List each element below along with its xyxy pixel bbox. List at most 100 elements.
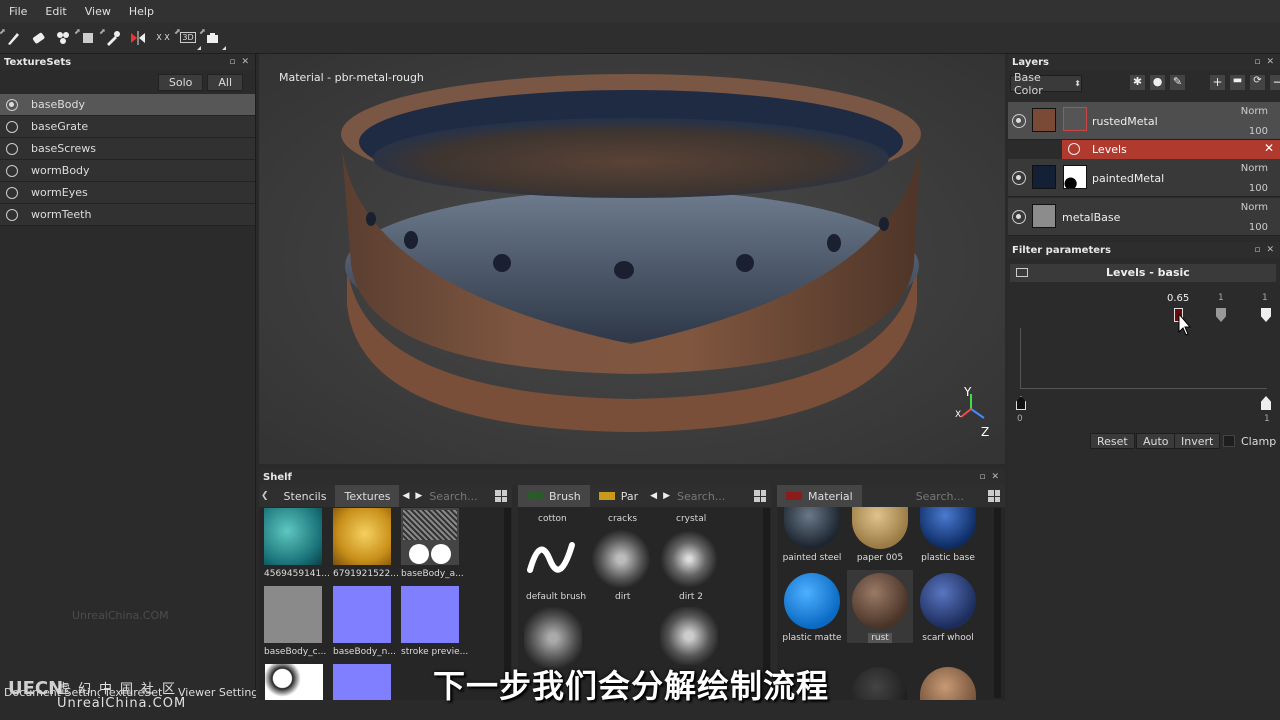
material-thumb[interactable]: paper 005: [847, 507, 913, 563]
tab-brush[interactable]: Brush: [518, 485, 590, 507]
color-picker-icon[interactable]: ⬈: [99, 27, 124, 49]
texture-thumb-partial[interactable]: [333, 664, 391, 700]
effect-row-levels[interactable]: Levels ✕: [1062, 140, 1280, 159]
material-search-input[interactable]: Search...: [912, 490, 964, 503]
texture-thumb[interactable]: baseBody_a...: [401, 508, 464, 579]
texture-thumb[interactable]: stroke previe...: [401, 586, 468, 657]
symmetry-icon[interactable]: [127, 27, 149, 49]
undock-icon[interactable]: ▫: [229, 57, 235, 67]
add-mask-icon[interactable]: ●: [1150, 75, 1165, 90]
channel-select[interactable]: Base Color ⬍: [1010, 71, 1082, 97]
scroll-left-icon[interactable]: ❮: [261, 491, 269, 501]
material-thumb[interactable]: rust: [847, 570, 913, 643]
radio-icon[interactable]: [6, 186, 18, 199]
undock-icon[interactable]: ▫: [979, 472, 985, 482]
effect-visibility-icon[interactable]: [1068, 143, 1080, 155]
blend-mode[interactable]: Norm 100: [1241, 159, 1268, 199]
paint-icon[interactable]: ✎: [1170, 75, 1185, 90]
material-thumb-partial[interactable]: [851, 667, 907, 700]
max-handle[interactable]: [1261, 396, 1271, 410]
texture-thumb[interactable]: 6791921522...: [333, 508, 399, 579]
camera-icon[interactable]: ⬈: [199, 27, 226, 50]
textureset-item[interactable]: baseGrate: [0, 116, 255, 138]
textures-search-input[interactable]: Search...: [425, 490, 477, 503]
tab-stencils[interactable]: Stencils: [275, 485, 336, 507]
brush-thumb[interactable]: [524, 530, 582, 588]
brush-thumb[interactable]: [660, 530, 718, 588]
levels-header-bar[interactable]: Levels - basic: [1010, 264, 1276, 282]
polygon-fill-icon[interactable]: ⬈: [74, 27, 99, 49]
texture-thumb[interactable]: baseBody_c...: [264, 586, 326, 657]
arrow-left-icon[interactable]: ◀: [402, 491, 409, 501]
close-icon[interactable]: ✕: [991, 472, 999, 482]
min-handle[interactable]: [1016, 396, 1026, 410]
clamp-checkbox[interactable]: [1223, 435, 1235, 447]
close-icon[interactable]: ✕: [241, 57, 249, 67]
radio-icon[interactable]: [6, 208, 18, 221]
menu-file[interactable]: File: [0, 5, 36, 18]
menu-view[interactable]: View: [76, 5, 120, 18]
material-thumb[interactable]: plastic matte: [779, 573, 845, 643]
texture-thumb-partial[interactable]: [265, 664, 323, 700]
close-icon[interactable]: ✕: [1266, 57, 1274, 67]
textureset-item[interactable]: baseBody: [0, 94, 255, 116]
mask-thumb[interactable]: [1063, 107, 1087, 131]
layer-row[interactable]: metalBase Norm 100: [1008, 198, 1280, 236]
mask-thumb[interactable]: [1063, 165, 1087, 189]
texture-thumb[interactable]: baseBody_n...: [333, 586, 396, 657]
material-thumb[interactable]: scarf whool: [915, 573, 981, 643]
eraser-icon[interactable]: [27, 27, 49, 49]
textureset-item[interactable]: baseScrews: [0, 138, 255, 160]
material-thumb[interactable]: plastic base: [915, 507, 981, 563]
textureset-item[interactable]: wormEyes: [0, 182, 255, 204]
auto-button[interactable]: Auto: [1136, 433, 1176, 449]
slider-handle[interactable]: [1261, 308, 1271, 322]
brush-thumb[interactable]: [660, 607, 718, 665]
undock-icon[interactable]: ▫: [1254, 245, 1260, 255]
reset-button[interactable]: Reset: [1090, 433, 1135, 449]
arrow-left-icon[interactable]: ◀: [650, 491, 657, 501]
close-icon[interactable]: ✕: [1266, 245, 1274, 255]
add-layer-icon[interactable]: +: [1210, 75, 1225, 90]
tab-material[interactable]: Material: [777, 485, 862, 507]
materials-scrollbar[interactable]: [994, 508, 1001, 698]
3d-viewport[interactable]: Material - pbr-metal-rough Y X Z: [259, 54, 1005, 464]
blend-mode[interactable]: Norm 100: [1241, 198, 1268, 238]
material-thumb-partial[interactable]: [920, 667, 976, 700]
visibility-icon[interactable]: [1012, 171, 1026, 185]
brush-thumb[interactable]: [524, 607, 582, 669]
remove-effect-icon[interactable]: ✕: [1264, 141, 1274, 155]
add-effect-icon[interactable]: ✱: [1130, 75, 1145, 90]
tab-particles[interactable]: Par: [590, 485, 647, 507]
3d-toggle-icon[interactable]: ⬈ 3D: [174, 27, 201, 50]
menu-edit[interactable]: Edit: [36, 5, 75, 18]
radio-icon[interactable]: [6, 164, 18, 177]
layer-row[interactable]: paintedMetal Norm 100: [1008, 159, 1280, 197]
tab-viewer-setting[interactable]: Viewer Setting: [174, 686, 256, 702]
collapse-icon[interactable]: [1016, 268, 1028, 277]
material-thumb[interactable]: painted steel: [779, 507, 845, 563]
grid-view-icon[interactable]: [754, 490, 766, 502]
projection-icon[interactable]: [52, 27, 74, 49]
undock-icon[interactable]: ▫: [1254, 57, 1260, 67]
brush-search-input[interactable]: Search...: [673, 490, 725, 503]
visibility-icon[interactable]: [1012, 114, 1026, 128]
radio-icon[interactable]: [6, 142, 18, 155]
delete-layer-icon[interactable]: −: [1270, 75, 1280, 90]
radio-icon[interactable]: [6, 98, 18, 111]
grid-view-icon[interactable]: [495, 490, 507, 502]
duplicate-icon[interactable]: ⟳: [1250, 75, 1265, 90]
brush-thumb[interactable]: [592, 530, 650, 588]
blend-mode[interactable]: Norm 100: [1241, 102, 1268, 142]
menu-help[interactable]: Help: [120, 5, 163, 18]
xyz-icon[interactable]: X X: [152, 27, 174, 49]
slider-handle[interactable]: [1216, 308, 1226, 322]
textureset-item[interactable]: wormBody: [0, 160, 255, 182]
visibility-icon[interactable]: [1012, 210, 1026, 224]
arrow-right-icon[interactable]: ▶: [663, 491, 670, 501]
tab-textures[interactable]: Textures: [335, 485, 400, 507]
texture-thumb[interactable]: 4569459141...: [264, 508, 330, 579]
grid-view-icon[interactable]: [988, 490, 1000, 502]
arrow-right-icon[interactable]: ▶: [415, 491, 422, 501]
add-folder-icon[interactable]: ▬: [1230, 75, 1245, 90]
